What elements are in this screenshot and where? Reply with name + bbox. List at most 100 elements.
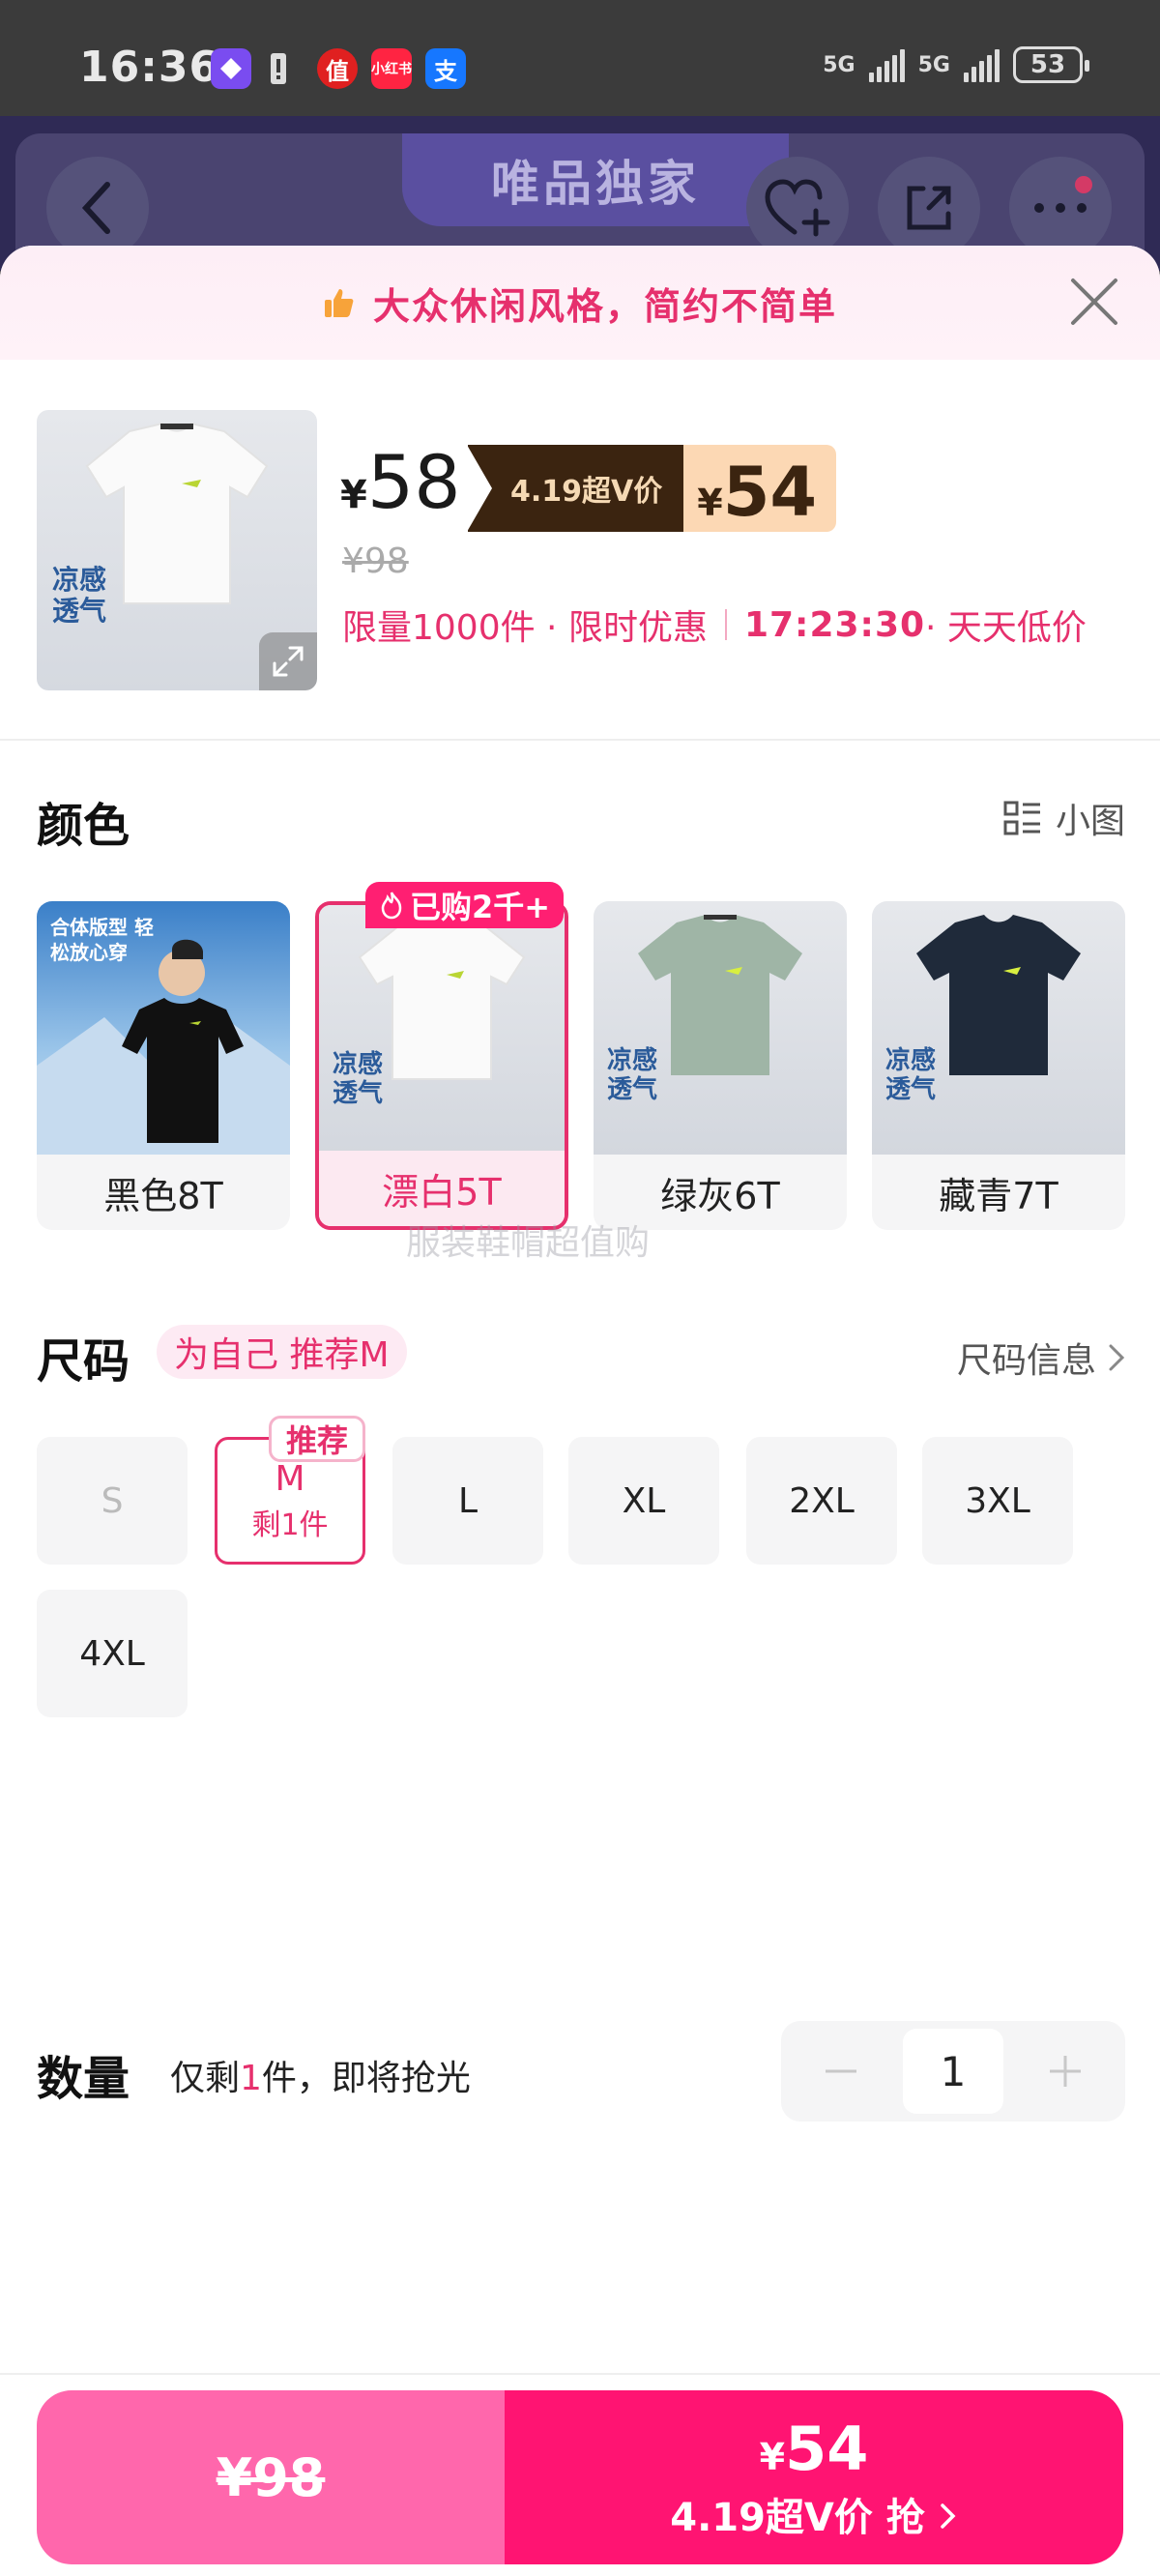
bought-count-text: 已购2千+: [410, 889, 551, 925]
quantity-stepper: 1: [781, 2021, 1125, 2122]
size-option-4xl[interactable]: 4XL: [37, 1590, 188, 1717]
buy-original-price: ¥98: [216, 2446, 326, 2508]
alipay-app-icon: 支: [425, 48, 466, 89]
quantity-input[interactable]: 1: [903, 2029, 1003, 2114]
share-icon: [907, 186, 951, 230]
status-time: 16:36: [79, 43, 220, 92]
xiaohongshu-app-icon: 小红书: [371, 48, 412, 89]
size-info-label: 尺码信息: [956, 1341, 1096, 1381]
thumbs-up-icon: [324, 289, 354, 317]
recommended-badge: 推荐: [269, 1416, 365, 1462]
color-option-image: 合体版型 轻松放心穿: [37, 901, 290, 1155]
buy-price-symbol: ¥: [759, 2435, 786, 2478]
size-option-2xl[interactable]: 2XL: [746, 1437, 897, 1565]
heart-plus-icon: [765, 179, 830, 237]
product-image[interactable]: 凉感透气: [37, 410, 317, 690]
close-icon: [1071, 278, 1117, 325]
daily-low-text: · 天天低价: [925, 608, 1087, 648]
battery-icon: 53: [1013, 46, 1089, 83]
increase-button[interactable]: [1017, 2033, 1114, 2110]
view-toggle-label: 小图: [1055, 802, 1125, 841]
buy-original-price-button[interactable]: ¥98: [37, 2390, 505, 2564]
more-button[interactable]: [1009, 157, 1112, 259]
stock-warning: 仅剩1件，即将抢光: [170, 2050, 471, 2100]
back-button[interactable]: [46, 157, 149, 259]
limit-text: 限量1000件 · 限时优惠: [342, 608, 708, 648]
color-option-image: 凉感透气: [594, 901, 847, 1155]
product-caption: 凉感透气: [52, 564, 107, 627]
status-indicators: 5G 5G 53: [823, 46, 1089, 83]
buy-cta: 4.19超V价 抢: [670, 2486, 958, 2542]
alert-icon: [267, 48, 290, 89]
buy-bar: ¥98 ¥ 54 4.19超V价 抢: [37, 2390, 1123, 2564]
bought-count-badge: 已购2千+: [365, 882, 565, 928]
color-option-white[interactable]: 凉感透气 漂白5T: [315, 901, 568, 1230]
size-label: XL: [622, 1480, 666, 1521]
size-label: M: [275, 1458, 305, 1499]
size-info-link[interactable]: 尺码信息: [957, 1332, 1125, 1383]
color-option-navy[interactable]: 凉感透气 藏青7T: [872, 901, 1125, 1230]
promo-banner: 大众休闲风格，简约不简单: [0, 246, 1160, 360]
network-label-2: 5G: [917, 52, 950, 77]
expand-image-button[interactable]: [259, 632, 317, 690]
app-icon-video: [211, 48, 251, 89]
network-label-1: 5G: [823, 52, 856, 77]
minus-icon: [826, 2069, 856, 2073]
share-button[interactable]: [878, 157, 980, 259]
close-button[interactable]: [1067, 275, 1121, 329]
svip-price-value: 54: [722, 453, 818, 532]
quantity-section-title: 数量: [37, 2052, 130, 2106]
promo-separator: [724, 609, 727, 640]
countdown-timer: 17:23:30: [743, 604, 926, 645]
bottom-divider: [0, 2373, 1160, 2375]
plus-icon: [1050, 2056, 1081, 2087]
size-label: S: [101, 1480, 124, 1521]
green-gray-tshirt-image: [638, 915, 802, 1075]
size-label: 2XL: [789, 1480, 855, 1521]
size-option-s[interactable]: S: [37, 1437, 188, 1565]
color-option-caption: 合体版型 轻松放心穿: [50, 916, 154, 964]
chevron-right-icon: [1109, 1344, 1125, 1371]
color-section-title: 颜色: [37, 799, 130, 853]
more-icon: [1034, 203, 1087, 213]
color-option-caption: 凉感透气: [607, 1046, 658, 1104]
color-option-caption: 凉感透气: [333, 1050, 384, 1108]
buy-cta-label: 4.19超V价 抢: [670, 2495, 925, 2540]
original-price: ¥98: [342, 542, 409, 581]
size-option-3xl[interactable]: 3XL: [922, 1437, 1073, 1565]
list-view-icon: [1003, 801, 1040, 835]
color-option-caption: 凉感透气: [885, 1046, 937, 1104]
watermark: 服装鞋帽超值购: [406, 1223, 651, 1263]
buy-price-value: 54: [785, 2413, 869, 2484]
color-option-black[interactable]: 合体版型 轻松放心穿 黑色8T: [37, 901, 290, 1230]
size-option-l[interactable]: L: [392, 1437, 543, 1565]
color-option-image: 凉感透气: [872, 901, 1125, 1155]
stock-suffix: 件，即将抢光: [261, 2059, 471, 2098]
svip-price: ¥ 54: [683, 445, 837, 532]
size-option-xl[interactable]: XL: [568, 1437, 719, 1565]
buy-svip-button[interactable]: ¥ 54 4.19超V价 抢: [505, 2390, 1123, 2564]
svip-price-symbol: ¥: [697, 482, 723, 524]
stock-prefix: 仅剩: [170, 2059, 241, 2098]
price-symbol: ¥: [340, 473, 367, 517]
color-option-green-gray[interactable]: 凉感透气 绿灰6T: [594, 901, 847, 1230]
fire-icon: [381, 892, 402, 920]
zhi-app-icon: 值: [317, 48, 358, 89]
back-arrow-icon: [81, 182, 110, 234]
size-recommendation-hint: 为自己 推荐M: [157, 1325, 407, 1379]
color-option-label: 黑色8T: [103, 1174, 223, 1217]
status-bar: 16:36 值 小红书 支 5G 5G 53: [0, 0, 1160, 116]
svip-price-tag: 4.19超V价 ¥ 54: [466, 445, 837, 532]
notification-dot: [1075, 176, 1092, 193]
stock-count: 1: [240, 2059, 262, 2098]
sku-selector-sheet: 大众休闲风格，简约不简单 凉感透气 ¥ 58 4.19超V价 ¥ 54 ¥98 …: [0, 246, 1160, 2576]
signal-icon: [868, 47, 905, 82]
white-tshirt-image: [358, 917, 526, 1080]
chevron-right-icon: [941, 2503, 956, 2529]
size-label: 3XL: [965, 1480, 1030, 1521]
decrease-button[interactable]: [793, 2033, 889, 2110]
background-title: 唯品独家: [402, 133, 789, 226]
buy-svip-price: ¥ 54: [760, 2414, 869, 2484]
view-toggle-button[interactable]: 小图: [1003, 793, 1125, 843]
favorite-button[interactable]: [746, 157, 849, 259]
